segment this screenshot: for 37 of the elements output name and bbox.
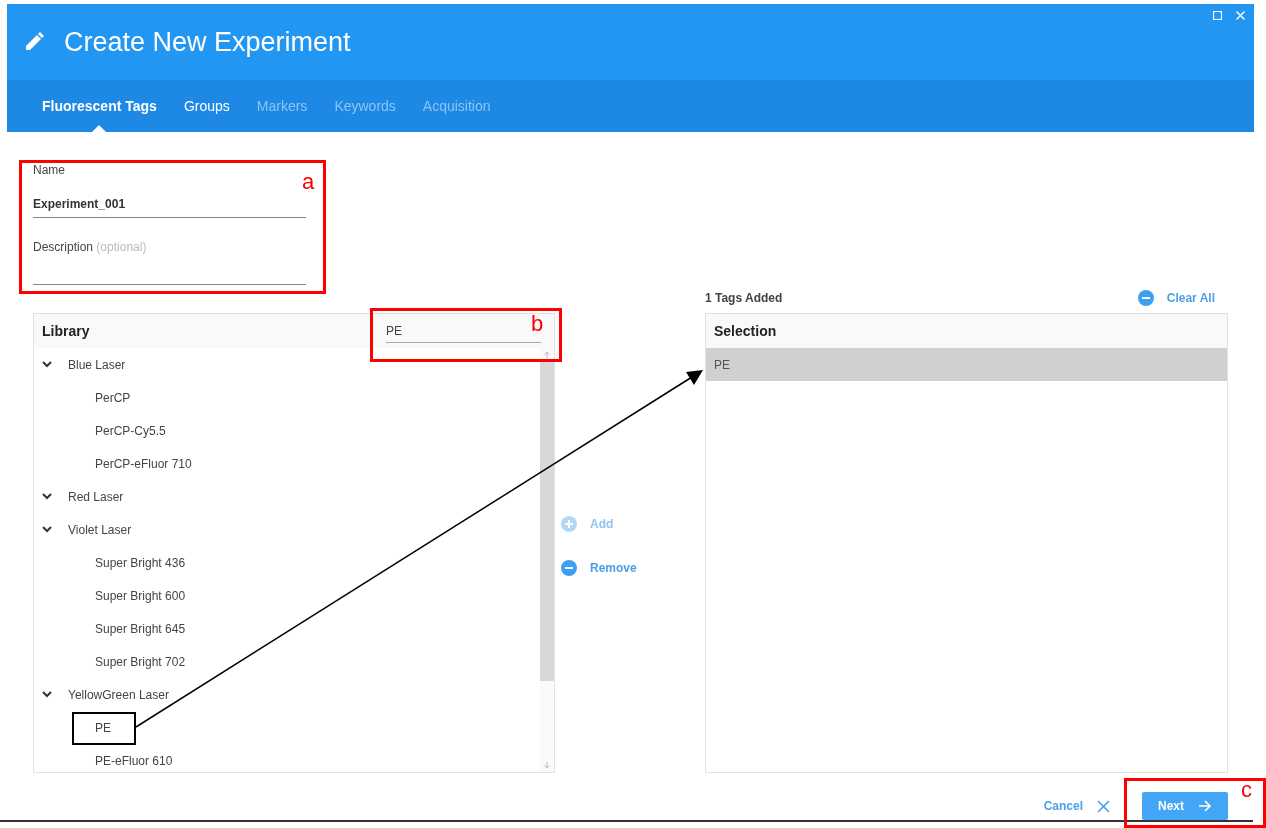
minus-icon: [1137, 290, 1154, 306]
plus-icon: [561, 516, 577, 532]
panel-title: Selection: [714, 323, 777, 339]
scrollbar[interactable]: [540, 348, 554, 772]
maximize-button[interactable]: [1210, 8, 1225, 23]
list-item[interactable]: PE: [706, 348, 1227, 381]
panel-title: Library: [42, 323, 90, 339]
tree-item[interactable]: YellowGreen Laser: [34, 678, 540, 711]
tree-item[interactable]: Violet Laser: [34, 513, 540, 546]
annotation-label: a: [302, 170, 315, 194]
arrow-right-icon: [1198, 800, 1212, 812]
scroll-down-icon: [543, 761, 551, 769]
annotation-label: c: [1241, 778, 1252, 802]
tree-item[interactable]: PerCP-eFluor 710: [34, 447, 540, 480]
name-field[interactable]: Experiment_001: [33, 191, 306, 218]
tag-count: 1 Tags Added: [705, 291, 783, 305]
tree-item[interactable]: PerCP-Cy5.5: [34, 414, 540, 447]
field-label: Description (optional): [33, 240, 148, 254]
tree-item[interactable]: PE: [34, 711, 540, 744]
field-label: Name: [33, 163, 66, 177]
tree-item[interactable]: Super Bright 645: [34, 612, 540, 645]
tree-item[interactable]: Super Bright 702: [34, 645, 540, 678]
tree-item[interactable]: Super Bright 436: [34, 546, 540, 579]
tree-item[interactable]: Blue Laser: [34, 348, 540, 381]
tree-item[interactable]: Red Laser: [34, 480, 540, 513]
tab[interactable]: Fluorescent Tags: [33, 80, 166, 132]
scrollbar-thumb[interactable]: [540, 361, 554, 681]
highlight-box: [72, 712, 136, 745]
tree-item[interactable]: PE-eFluor 610: [34, 744, 540, 772]
minus-icon: [561, 560, 577, 576]
tab[interactable]: Groups: [174, 80, 239, 132]
pencil-icon: [23, 31, 45, 53]
window-title: Create New Experiment: [64, 26, 351, 58]
tree-item[interactable]: PerCP: [34, 381, 540, 414]
scroll-up-icon: [543, 351, 551, 359]
tree-item[interactable]: Super Bright 600: [34, 579, 540, 612]
close-icon: [1097, 799, 1110, 813]
